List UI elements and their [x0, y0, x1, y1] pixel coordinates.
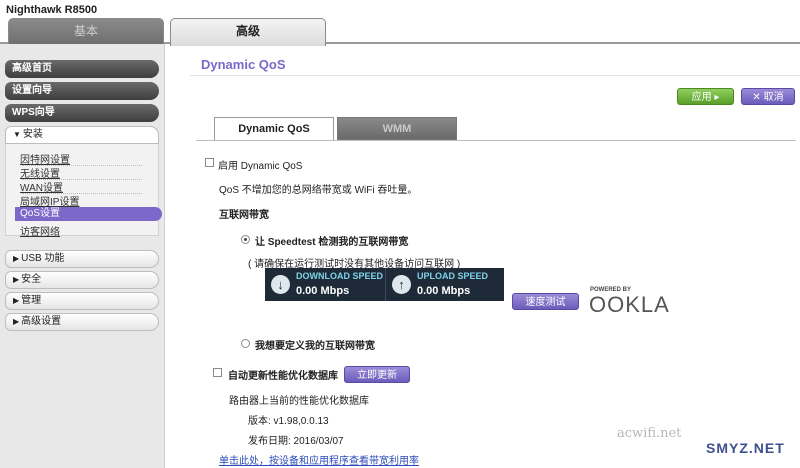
- database-version: 版本: v1.98,0.0.13: [248, 416, 329, 427]
- enable-qos-label: 启用 Dynamic QoS: [218, 161, 303, 172]
- ookla-logo: OOKLA: [589, 292, 670, 317]
- sidebar-section-security[interactable]: ▶ 安全: [5, 271, 159, 289]
- sidebar-section-label: 安全: [21, 274, 42, 285]
- divider: [190, 75, 800, 76]
- bandwidth-usage-link[interactable]: 单击此处，按设备和应用程序查看带宽利用率: [219, 452, 419, 467]
- brand-title: Nighthawk R8500: [6, 4, 98, 16]
- tab-advanced[interactable]: 高级: [170, 18, 326, 46]
- triangle-down-icon: ▼: [13, 130, 21, 139]
- sidebar-section-label: 高级设置: [21, 316, 62, 327]
- tab-basic[interactable]: 基本: [8, 18, 164, 44]
- bandwidth-heading: 互联网带宽: [219, 210, 269, 221]
- upload-panel: ↑ UPLOAD SPEED 0.00 Mbps: [385, 268, 504, 301]
- sidebar-item-wan[interactable]: WAN设置: [20, 179, 63, 194]
- auto-update-checkbox[interactable]: [213, 368, 222, 377]
- setup-submenu: 因特网设置 无线设置 WAN设置 局域网IP设置 QoS设置 访客网络: [5, 144, 162, 238]
- database-heading: 路由器上当前的性能优化数据库: [229, 396, 369, 407]
- page-title: Dynamic QoS: [201, 57, 286, 72]
- speed-readout: ↓ DOWNLOAD SPEED 0.00 Mbps ↑ UPLOAD SPEE…: [265, 268, 504, 301]
- speed-test-button[interactable]: 速度测试: [512, 293, 579, 310]
- sidebar-section-advanced-settings[interactable]: ▶ 高级设置: [5, 313, 159, 331]
- upload-label: UPLOAD SPEED: [417, 271, 489, 281]
- top-tab-bar: 基本 高级: [0, 18, 800, 46]
- triangle-right-icon: ▶: [13, 296, 20, 305]
- sidebar-item-lan-ip[interactable]: 局域网IP设置: [20, 193, 79, 208]
- sidebar-section-label: 安装: [22, 129, 43, 140]
- watermark-acwifi: acwifi.net: [617, 426, 682, 441]
- auto-update-label: 自动更新性能优化数据库: [228, 371, 338, 382]
- sidebar-item-setup-wizard[interactable]: 设置向导: [5, 82, 159, 100]
- divider: [196, 140, 796, 141]
- sidebar-item-internet[interactable]: 因特网设置: [20, 151, 70, 166]
- triangle-right-icon: ▶: [13, 254, 20, 263]
- download-value: 0.00 Mbps: [296, 285, 350, 297]
- custom-bandwidth-label: 我想要定义我的互联网带宽: [255, 341, 375, 352]
- speedtest-radio[interactable]: [241, 235, 250, 244]
- triangle-right-icon: ▶: [13, 317, 20, 326]
- cancel-button[interactable]: ✕ 取消: [741, 88, 795, 105]
- tab-wmm[interactable]: WMM: [337, 117, 457, 140]
- upload-value: 0.00 Mbps: [417, 285, 471, 297]
- sidebar-item-wireless[interactable]: 无线设置: [20, 165, 60, 180]
- sidebar-item-advanced-home[interactable]: 高级首页: [5, 60, 159, 78]
- apply-button[interactable]: 应用 ▸: [677, 88, 734, 105]
- download-arrow-icon: ↓: [271, 275, 290, 294]
- qos-description: QoS 不增加您的总网络带宽或 WiFi 吞吐量。: [219, 185, 418, 196]
- sidebar-item-guest-network[interactable]: 访客网络: [20, 223, 60, 238]
- triangle-right-icon: ▶: [13, 275, 20, 284]
- download-label: DOWNLOAD SPEED: [296, 271, 384, 281]
- sidebar-section-management[interactable]: ▶ 管理: [5, 292, 159, 310]
- database-release-date: 发布日期: 2016/03/07: [248, 436, 344, 447]
- sidebar-section-label: USB 功能: [21, 253, 65, 264]
- update-now-button[interactable]: 立即更新: [344, 366, 410, 383]
- sidebar-item-qos[interactable]: QoS设置: [15, 207, 162, 221]
- enable-qos-checkbox[interactable]: [205, 158, 214, 167]
- upload-arrow-icon: ↑: [392, 275, 411, 294]
- custom-bandwidth-radio[interactable]: [241, 339, 250, 348]
- download-panel: ↓ DOWNLOAD SPEED 0.00 Mbps: [265, 268, 384, 301]
- sidebar-section-setup[interactable]: ▼ 安装: [5, 126, 159, 144]
- sidebar: 高级首页 设置向导 WPS向导 ▼ 安装 因特网设置 无线设置 WAN设置 局域网…: [0, 44, 165, 468]
- sidebar-section-usb[interactable]: ▶ USB 功能: [5, 250, 159, 268]
- speedtest-radio-label: 让 Speedtest 检测我的互联网带宽: [255, 237, 409, 248]
- watermark-smyz: SMYZ.NET: [706, 440, 785, 456]
- sidebar-section-label: 管理: [21, 295, 42, 306]
- sidebar-item-wps-wizard[interactable]: WPS向导: [5, 104, 159, 122]
- tab-dynamic-qos[interactable]: Dynamic QoS: [214, 117, 334, 140]
